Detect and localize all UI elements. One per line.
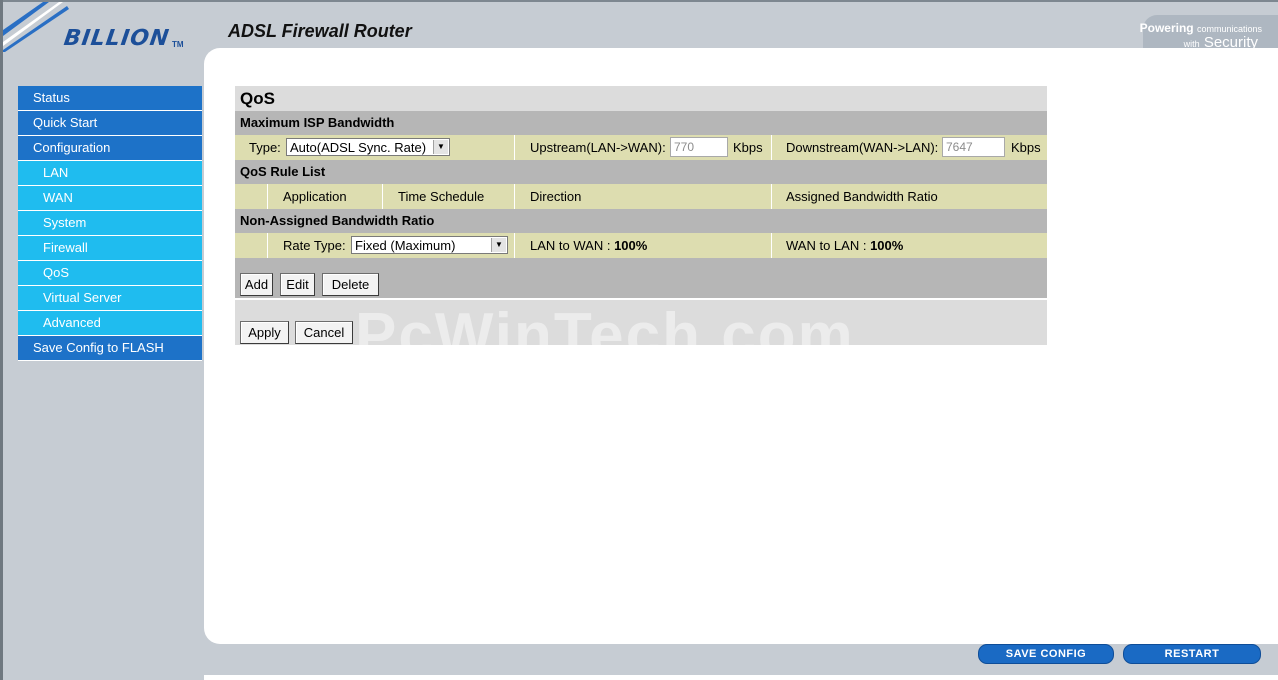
column-divider bbox=[514, 135, 515, 160]
billion-logo: BILLION bbox=[62, 26, 172, 51]
qos-panel: QoS Maximum ISP Bandwidth Type: Auto(ADS… bbox=[235, 86, 1047, 345]
tagline-line-1: Powering communications bbox=[1139, 21, 1262, 35]
downstream-field[interactable]: 7647 bbox=[942, 137, 1005, 157]
app-title: ADSL Firewall Router bbox=[228, 21, 412, 41]
save-config-button[interactable]: SAVE CONFIG bbox=[978, 644, 1114, 664]
bandwidth-type-select[interactable]: Auto(ADSL Sync. Rate) ▼ bbox=[286, 138, 450, 156]
sidebar-item-configuration[interactable]: Configuration bbox=[18, 136, 202, 161]
apply-button[interactable]: Apply bbox=[240, 321, 289, 344]
non-assigned-row: Rate Type: Fixed (Maximum) ▼ LAN to WAN … bbox=[235, 233, 1047, 258]
add-button[interactable]: Add bbox=[240, 273, 273, 296]
rule-list-heading: QoS Rule List bbox=[235, 160, 1047, 184]
chevron-down-icon: ▼ bbox=[433, 140, 448, 154]
chevron-down-icon: ▼ bbox=[491, 238, 506, 252]
page-title: QoS bbox=[235, 86, 1047, 111]
column-divider bbox=[771, 135, 772, 160]
bottom-strip bbox=[204, 675, 1278, 680]
sidebar-item-system[interactable]: System bbox=[18, 211, 202, 236]
lan-to-wan-ratio: LAN to WAN : 100% bbox=[530, 238, 648, 253]
rule-actions-bar: Add Edit Delete bbox=[235, 258, 1047, 298]
sidebar-item-quick-start[interactable]: Quick Start bbox=[18, 111, 202, 136]
column-application: Application bbox=[283, 189, 347, 204]
isp-bandwidth-row: Type: Auto(ADSL Sync. Rate) ▼ Upstream(L… bbox=[235, 135, 1047, 160]
delete-button[interactable]: Delete bbox=[322, 273, 379, 296]
column-divider bbox=[267, 184, 268, 209]
form-actions-bar: Apply Cancel bbox=[235, 300, 1047, 345]
sidebar-item-qos[interactable]: QoS bbox=[18, 261, 202, 286]
column-time-schedule: Time Schedule bbox=[398, 189, 485, 204]
column-divider bbox=[514, 184, 515, 209]
window-left-border bbox=[0, 0, 3, 680]
sidebar-item-virtual-server[interactable]: Virtual Server bbox=[18, 286, 202, 311]
rule-list-header-row: Application Time Schedule Direction Assi… bbox=[235, 184, 1047, 209]
type-label: Type: bbox=[249, 140, 281, 155]
downstream-label: Downstream(WAN->LAN): bbox=[786, 140, 939, 155]
sidebar-item-wan[interactable]: WAN bbox=[18, 186, 202, 211]
column-divider bbox=[514, 233, 515, 258]
column-direction: Direction bbox=[530, 189, 582, 204]
logo-trademark: TM bbox=[172, 40, 184, 49]
column-assigned-bandwidth-ratio: Assigned Bandwidth Ratio bbox=[786, 189, 938, 204]
column-divider bbox=[382, 184, 383, 209]
restart-button[interactable]: RESTART bbox=[1123, 644, 1261, 664]
rate-type-label: Rate Type: bbox=[283, 238, 346, 253]
sidebar-menu: Status Quick Start Configuration LAN WAN… bbox=[18, 86, 202, 361]
sidebar-item-save-config-to-flash[interactable]: Save Config to FLASH bbox=[18, 336, 202, 361]
upstream-field[interactable]: 770 bbox=[670, 137, 728, 157]
downstream-unit: Kbps bbox=[1011, 140, 1041, 155]
edit-button[interactable]: Edit bbox=[280, 273, 315, 296]
cancel-button[interactable]: Cancel bbox=[295, 321, 353, 344]
upstream-label: Upstream(LAN->WAN): bbox=[530, 140, 666, 155]
upstream-unit: Kbps bbox=[733, 140, 763, 155]
rate-type-select[interactable]: Fixed (Maximum) ▼ bbox=[351, 236, 508, 254]
non-assigned-heading: Non-Assigned Bandwidth Ratio bbox=[235, 209, 1047, 233]
sidebar-item-advanced[interactable]: Advanced bbox=[18, 311, 202, 336]
isp-bandwidth-heading: Maximum ISP Bandwidth bbox=[235, 111, 1047, 135]
sidebar-item-status[interactable]: Status bbox=[18, 86, 202, 111]
column-divider bbox=[267, 233, 268, 258]
wan-to-lan-ratio: WAN to LAN : 100% bbox=[786, 238, 904, 253]
sidebar-item-lan[interactable]: LAN bbox=[18, 161, 202, 186]
column-divider bbox=[771, 184, 772, 209]
column-divider bbox=[771, 233, 772, 258]
window-top-border bbox=[0, 0, 1278, 2]
sidebar-item-firewall[interactable]: Firewall bbox=[18, 236, 202, 261]
